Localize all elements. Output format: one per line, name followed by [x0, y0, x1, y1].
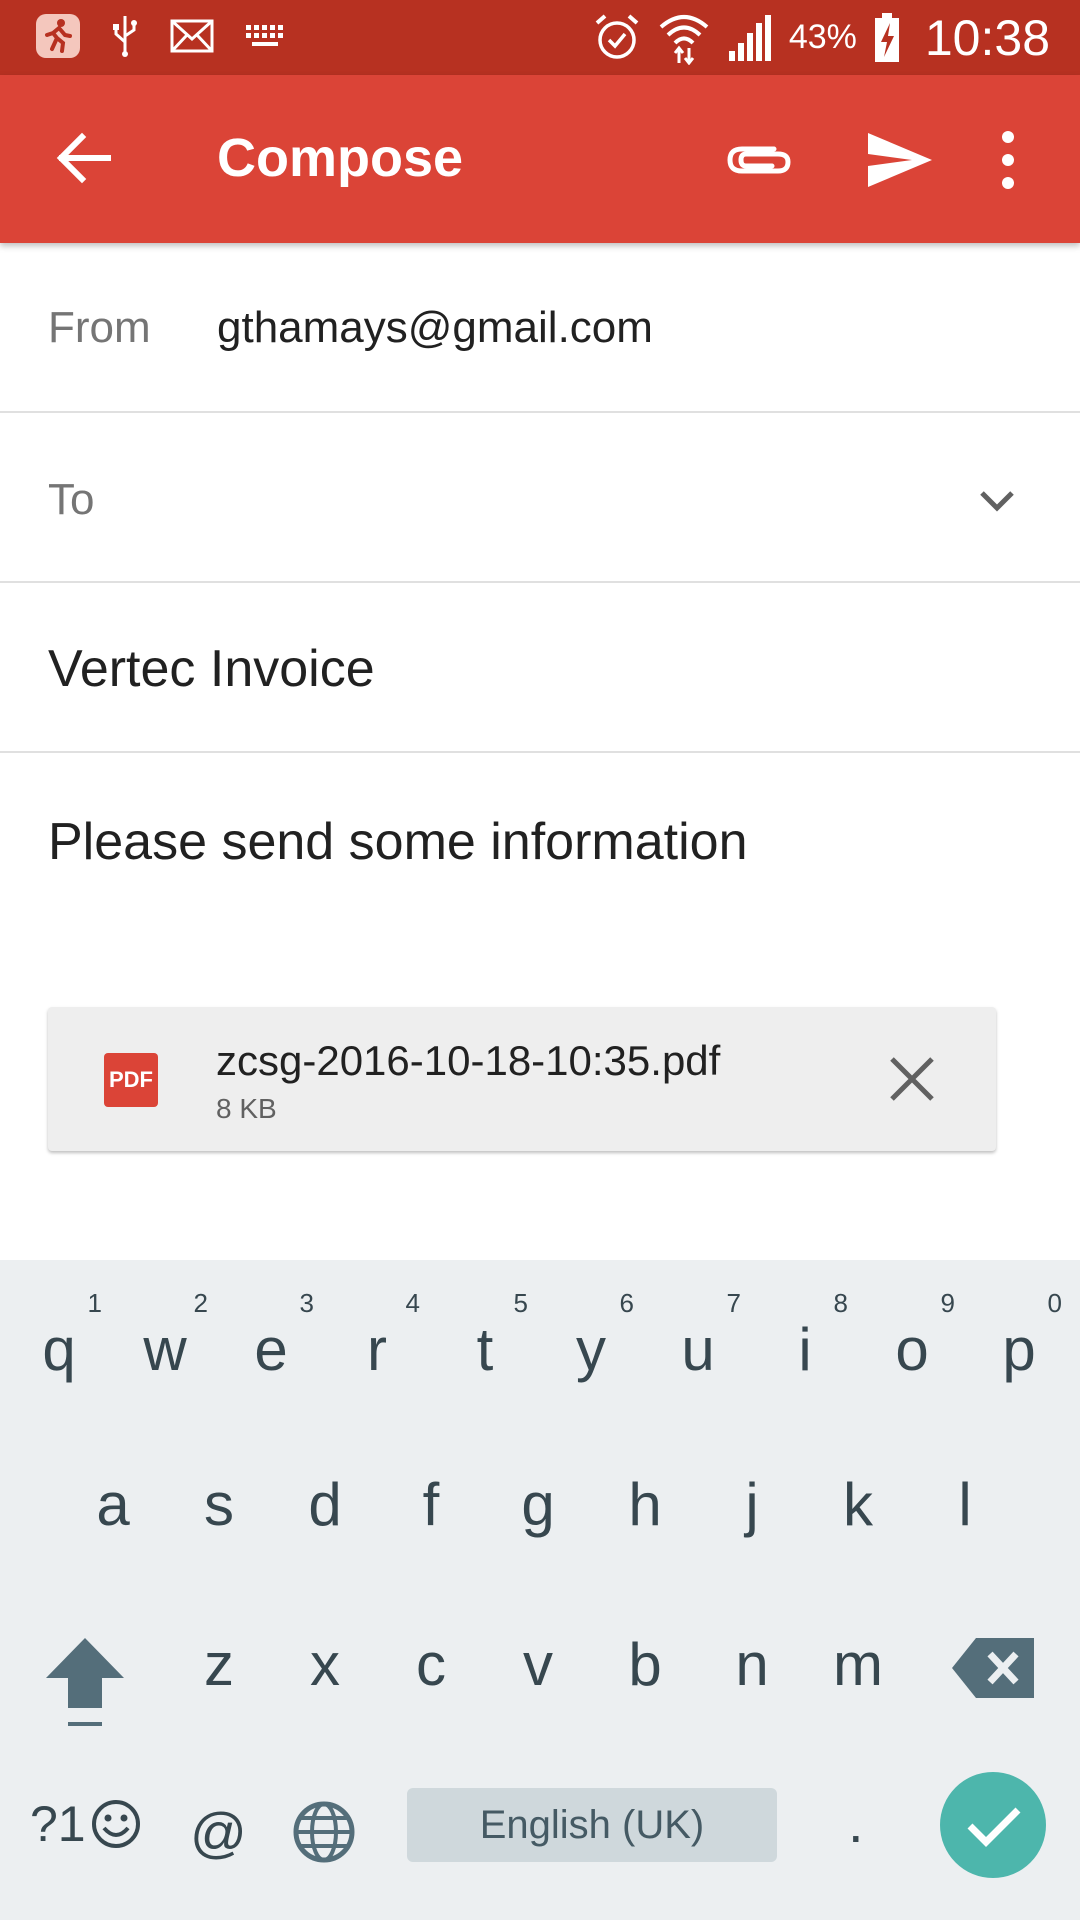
battery-charging-icon — [874, 12, 899, 62]
key-v[interactable]: v — [485, 1595, 591, 1735]
key-d[interactable]: d — [272, 1435, 378, 1575]
key-w[interactable]: 2w — [112, 1280, 218, 1420]
to-label: To — [48, 475, 95, 524]
key-p[interactable]: 0p — [966, 1280, 1072, 1420]
more-vert-icon[interactable] — [990, 127, 1026, 193]
key-l[interactable]: l — [912, 1435, 1018, 1575]
from-address[interactable]: gthamays@gmail.com — [217, 303, 653, 353]
key-g[interactable]: g — [485, 1435, 591, 1575]
gmail-icon — [170, 19, 214, 53]
shift-icon[interactable] — [40, 1630, 130, 1740]
subject-text[interactable]: Vertec Invoice — [48, 639, 375, 699]
symbols-key[interactable]: ?1 — [30, 1795, 142, 1853]
period-key[interactable]: . — [848, 1790, 864, 1855]
emoji-icon — [91, 1800, 140, 1848]
pdf-icon: PDF — [104, 1053, 158, 1107]
key-x[interactable]: x — [272, 1595, 378, 1735]
key-e[interactable]: 3e — [218, 1280, 324, 1420]
key-h[interactable]: h — [592, 1435, 698, 1575]
usb-icon — [113, 16, 137, 57]
page-title: Compose — [217, 128, 464, 188]
space-bar[interactable]: English (UK) — [407, 1788, 777, 1862]
enter-key[interactable] — [940, 1772, 1046, 1878]
key-b[interactable]: b — [592, 1595, 698, 1735]
globe-icon[interactable] — [292, 1800, 356, 1864]
attachment-filename: zcsg-2016-10-18-10:35.pdf — [216, 1037, 721, 1084]
key-n[interactable]: n — [699, 1595, 805, 1735]
compose-body[interactable]: Please send some information — [48, 812, 748, 872]
status-bar: 43% 10:38 — [0, 0, 1080, 75]
app-bar: Compose — [0, 75, 1080, 243]
key-m[interactable]: m — [805, 1595, 911, 1735]
key-f[interactable]: f — [378, 1435, 484, 1575]
subject-field[interactable]: Vertec Invoice — [0, 583, 1080, 753]
chevron-down-icon[interactable] — [972, 475, 1022, 525]
at-key[interactable]: @ — [190, 1800, 247, 1865]
running-app-icon — [36, 14, 80, 58]
paperclip-icon[interactable] — [722, 127, 794, 193]
key-o[interactable]: 9o — [859, 1280, 965, 1420]
from-label: From — [48, 303, 151, 352]
key-u[interactable]: 7u — [645, 1280, 751, 1420]
key-z[interactable]: z — [166, 1595, 272, 1735]
key-y[interactable]: 6y — [538, 1280, 644, 1420]
status-notifications — [36, 14, 288, 58]
backspace-icon[interactable] — [950, 1630, 1040, 1706]
key-q[interactable]: 1q — [6, 1280, 112, 1420]
battery-percentage: 43% — [788, 18, 857, 56]
signal-icon — [728, 14, 771, 61]
close-icon[interactable] — [886, 1053, 938, 1105]
checkmark-icon — [967, 1807, 1021, 1847]
key-s[interactable]: s — [166, 1435, 272, 1575]
to-field[interactable]: To — [0, 413, 1080, 583]
key-a[interactable]: a — [60, 1435, 166, 1575]
keyboard-icon — [246, 25, 283, 46]
clock: 10:38 — [924, 9, 1050, 66]
key-t[interactable]: 5t — [432, 1280, 538, 1420]
soft-keyboard: 1q 2w 3e 4r 5t 6y 7u 8i 9o 0p a s d f g … — [0, 1260, 1080, 1920]
key-r[interactable]: 4r — [324, 1280, 430, 1420]
back-arrow-icon[interactable] — [52, 125, 118, 191]
key-c[interactable]: c — [378, 1595, 484, 1735]
key-k[interactable]: k — [805, 1435, 911, 1575]
attachment-chip[interactable]: PDF zcsg-2016-10-18-10:35.pdf 8 KB — [48, 1007, 996, 1151]
status-system: 43% 10:38 — [593, 0, 1050, 75]
wifi-icon — [659, 14, 709, 65]
send-icon[interactable] — [864, 127, 936, 193]
attachment-size: 8 KB — [216, 1093, 277, 1124]
key-j[interactable]: j — [699, 1435, 805, 1575]
key-i[interactable]: 8i — [752, 1280, 858, 1420]
from-row[interactable]: From gthamays@gmail.com — [0, 243, 1080, 413]
alarm-icon — [595, 13, 639, 59]
